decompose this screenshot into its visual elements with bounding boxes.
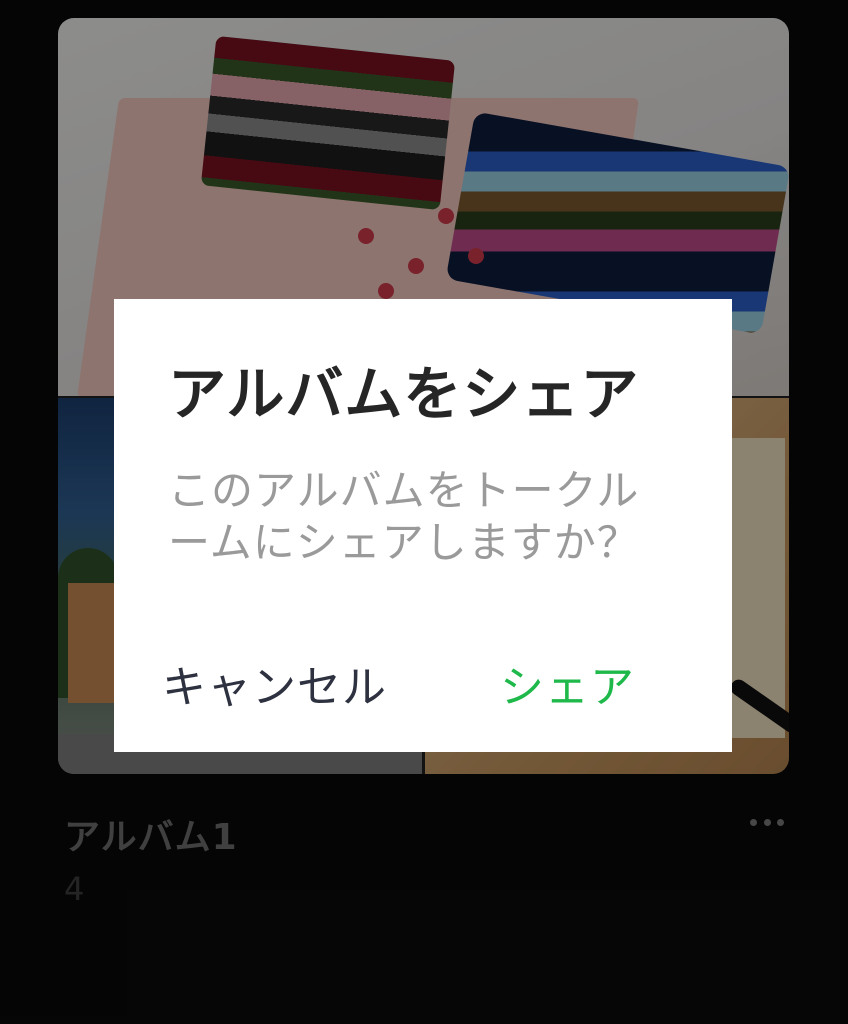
share-album-dialog: アルバムをシェア このアルバムをトークル ームにシェアしますか？ キャンセル シ… — [114, 299, 732, 752]
cancel-button[interactable]: キャンセル — [162, 651, 387, 715]
share-button[interactable]: シェア — [500, 651, 635, 715]
dialog-message-line2: ームにシェアしますか？ — [168, 518, 640, 567]
dialog-message-line1: このアルバムをトークル — [168, 466, 640, 515]
dialog-message: このアルバムをトークル ームにシェアしますか？ — [168, 465, 678, 569]
dialog-title: アルバムをシェア — [168, 360, 640, 428]
album-list-screen: アルバム1 4 アルバムをシェア このアルバムをトークル ームにシェアしますか？… — [0, 0, 848, 1024]
